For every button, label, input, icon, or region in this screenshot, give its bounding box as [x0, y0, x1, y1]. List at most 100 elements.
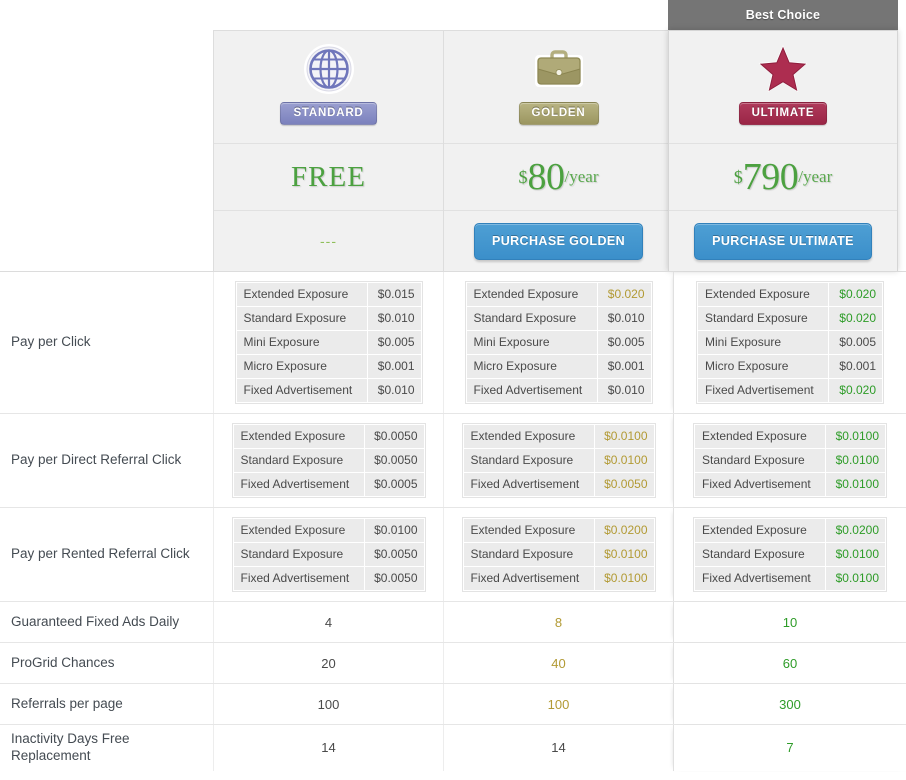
- subtable-label: Extended Exposure: [466, 283, 597, 306]
- plan-price-period-ultimate: /year: [798, 167, 833, 186]
- subtable-label: Fixed Advertisement: [463, 473, 594, 496]
- subtable-label: Fixed Advertisement: [466, 379, 597, 402]
- purchase-golden-button[interactable]: PURCHASE GOLDEN: [473, 222, 644, 260]
- plan-icon-cell-standard: STANDARD: [214, 31, 443, 144]
- subtable-value: $0.0100: [593, 543, 654, 566]
- subtable-row: Mini Exposure $0.005: [698, 330, 882, 354]
- feature-subtable: Extended Exposure $0.0200 Standard Exposur…: [461, 517, 656, 592]
- subtable-row: Fixed Advertisement $0.0050: [233, 566, 424, 590]
- subtable-row: Extended Exposure $0.015: [236, 283, 421, 306]
- plan-price-standard: FREE: [214, 144, 443, 211]
- feature-subtable: Extended Exposure $0.0100 Standard Exposur…: [461, 423, 656, 498]
- feature-value: 300: [779, 696, 801, 712]
- feature-row: Pay per Click Extended Exposure $0.015 Stan…: [0, 271, 906, 413]
- feature-row: Pay per Direct Referral Click Extended Ex…: [0, 413, 906, 507]
- plan-column-standard: STANDARD FREE ---: [213, 0, 443, 271]
- feature-row: Pay per Rented Referral Click Extended Ex…: [0, 507, 906, 601]
- subtable-value: $0.0100: [593, 449, 654, 472]
- subtable-label: Mini Exposure: [698, 331, 828, 354]
- feature-label: Pay per Click: [11, 334, 91, 350]
- feature-value: 20: [321, 655, 336, 671]
- subtable-row: Standard Exposure $0.0100: [695, 542, 885, 566]
- subtable-row: Fixed Advertisement $0.020: [698, 378, 882, 402]
- feature-subtable: Extended Exposure $0.0100 Standard Exposur…: [231, 517, 426, 592]
- subtable-value: $0.020: [828, 307, 882, 330]
- subtable-value: $0.001: [596, 355, 651, 378]
- feature-row: ProGrid Chances 20 40 60: [0, 642, 906, 683]
- feature-value: 4: [324, 614, 333, 630]
- subtable-value: $0.0100: [825, 567, 885, 590]
- feature-value: 60: [782, 655, 798, 671]
- feature-cell-standard: 100: [213, 684, 443, 724]
- subtable-value: $0.0050: [363, 567, 424, 590]
- subtable-value: $0.0100: [593, 425, 654, 448]
- plan-column-golden: GOLDEN $80/year PURCHASE GOLDEN: [443, 0, 673, 271]
- pricing-comparison-page: STANDARD FREE --- GOLDEN $ 80 /year PURC…: [0, 0, 906, 780]
- feature-cell-standard: Extended Exposure $0.015 Standard Exposure…: [213, 272, 443, 413]
- subtable-row: Extended Exposure $0.0100: [463, 425, 654, 448]
- subtable-value: $0.010: [366, 379, 421, 402]
- plan-price-amount-ultimate: 790: [742, 156, 799, 198]
- plan-price-currency-ultimate: $: [733, 166, 743, 187]
- subtable-row: Extended Exposure $0.0200: [463, 519, 654, 542]
- feature-cell-standard: 20: [213, 643, 443, 683]
- feature-label: Pay per Direct Referral Click: [11, 452, 182, 468]
- feature-label: ProGrid Chances: [11, 654, 115, 670]
- subtable-row: Fixed Advertisement $0.010: [236, 378, 421, 402]
- plan-price-golden: $80/year: [444, 144, 673, 211]
- feature-subtable: Extended Exposure $0.020 Standard Exposure…: [464, 281, 653, 404]
- feature-cell-ultimate: 300: [673, 684, 906, 724]
- feature-label: Pay per Rented Referral Click: [11, 546, 190, 562]
- subtable-row: Mini Exposure $0.005: [236, 330, 421, 354]
- feature-label: Guaranteed Fixed Ads Daily: [11, 613, 180, 629]
- subtable-label: Extended Exposure: [695, 425, 825, 448]
- feature-row: Inactivity Days Free Replacement 14 14 7: [0, 724, 906, 771]
- plan-body-golden: GOLDEN $80/year PURCHASE GOLDEN: [443, 30, 673, 271]
- plan-tag-golden: GOLDEN: [518, 102, 599, 125]
- feature-cell-golden: 100: [443, 684, 673, 724]
- feature-value: 100: [547, 696, 570, 712]
- subtable-label: Extended Exposure: [233, 519, 364, 542]
- subtable-label: Standard Exposure: [695, 449, 825, 472]
- subtable-row: Standard Exposure $0.0050: [233, 542, 424, 566]
- feature-subtable: Extended Exposure $0.0100 Standard Exposur…: [693, 423, 887, 498]
- subtable-label: Standard Exposure: [233, 449, 364, 472]
- subtable-value: $0.0200: [825, 519, 885, 542]
- subtable-row: Standard Exposure $0.0100: [695, 448, 885, 472]
- subtable-row: Extended Exposure $0.0050: [233, 425, 424, 448]
- feature-comparison-table: Pay per Click Extended Exposure $0.015 Stan…: [0, 271, 906, 771]
- subtable-value: $0.0200: [593, 519, 654, 542]
- plan-no-purchase-standard: ---: [320, 233, 337, 249]
- subtable-label: Fixed Advertisement: [695, 567, 825, 590]
- subtable-value: $0.015: [366, 283, 421, 306]
- subtable-label: Extended Exposure: [233, 425, 364, 448]
- feature-subtable: Extended Exposure $0.0200 Standard Exposur…: [693, 517, 887, 592]
- subtable-label: Extended Exposure: [463, 425, 594, 448]
- feature-value: 10: [782, 614, 798, 630]
- subtable-value: $0.001: [366, 355, 421, 378]
- subtable-value: $0.0050: [363, 449, 424, 472]
- subtable-row: Standard Exposure $0.020: [698, 306, 882, 330]
- plan-body-ultimate: ULTIMATE $790/year PURCHASE ULTIMATE: [668, 30, 898, 271]
- feature-subtable: Extended Exposure $0.020 Standard Exposure…: [696, 281, 884, 404]
- subtable-row: Fixed Advertisement $0.010: [466, 378, 651, 402]
- subtable-label: Fixed Advertisement: [698, 379, 828, 402]
- subtable-row: Standard Exposure $0.0100: [463, 448, 654, 472]
- feature-cell-golden: Extended Exposure $0.0200 Standard Exposur…: [443, 508, 673, 601]
- purchase-ultimate-button[interactable]: PURCHASE ULTIMATE: [694, 222, 872, 260]
- star-icon: [758, 45, 808, 92]
- subtable-value: $0.0100: [363, 519, 424, 542]
- subtable-label: Fixed Advertisement: [463, 567, 594, 590]
- feature-subtable: Extended Exposure $0.0050 Standard Exposur…: [231, 423, 426, 498]
- subtable-row: Fixed Advertisement $0.0100: [463, 566, 654, 590]
- subtable-label: Micro Exposure: [698, 355, 828, 378]
- feature-value: 8: [554, 614, 563, 630]
- feature-cell-standard: Extended Exposure $0.0050 Standard Exposur…: [213, 414, 443, 507]
- subtable-value: $0.020: [596, 283, 651, 306]
- subtable-value: $0.001: [828, 355, 882, 378]
- plan-buy-cell-standard: ---: [214, 211, 443, 271]
- subtable-value: $0.010: [596, 307, 651, 330]
- subtable-label: Mini Exposure: [236, 331, 367, 354]
- subtable-row: Standard Exposure $0.010: [466, 306, 651, 330]
- subtable-row: Fixed Advertisement $0.0100: [695, 566, 885, 590]
